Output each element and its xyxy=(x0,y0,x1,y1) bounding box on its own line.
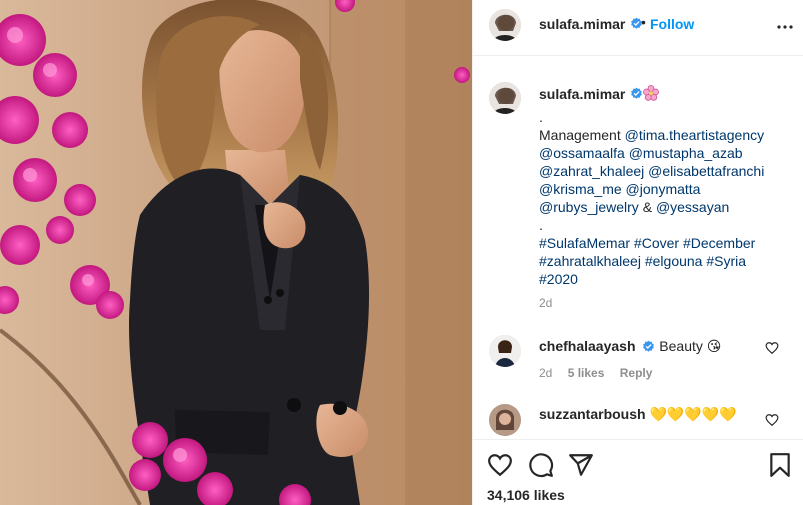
author-username[interactable]: sulafa.mimar xyxy=(539,16,625,32)
comment-body: chefhalaayash Beauty 😘 xyxy=(539,338,721,355)
commenter-avatar[interactable] xyxy=(489,335,521,367)
commenter-avatar[interactable] xyxy=(489,404,521,436)
caption-line: Management @tima.theartistagency xyxy=(539,127,765,143)
caption-text: . Management @tima.theartistagency @ossa… xyxy=(539,108,799,288)
comment-like-icon[interactable] xyxy=(765,413,779,427)
heart-icon[interactable] xyxy=(487,452,513,478)
comment-meta: 2d 5 likes Reply xyxy=(539,366,664,380)
bookmark-icon[interactable] xyxy=(767,452,793,478)
caption-username[interactable]: sulafa.mimar xyxy=(539,86,625,102)
post-sidebar: sulafa.mimar • Follow sulafa.mimar . Man… xyxy=(472,0,803,505)
comment-icon[interactable] xyxy=(528,452,554,478)
mention-line[interactable]: @rubys_jewelry & @yessayan xyxy=(539,198,799,216)
caption-avatar[interactable] xyxy=(489,82,521,114)
caption-timestamp[interactable]: 2d xyxy=(539,296,552,310)
reply-button[interactable]: Reply xyxy=(620,366,653,380)
post-header: sulafa.mimar • Follow xyxy=(473,0,803,56)
verified-badge-icon xyxy=(631,87,642,99)
share-icon[interactable] xyxy=(568,452,594,478)
verified-badge-icon xyxy=(643,340,655,352)
hashtag-line[interactable]: #2020 xyxy=(539,270,799,288)
mention-line[interactable]: @ossamaalfa @mustapha_azab xyxy=(539,144,799,162)
comment-timestamp[interactable]: 2d xyxy=(539,366,552,380)
cherry-blossom-icon xyxy=(643,85,659,101)
author-avatar[interactable] xyxy=(489,9,521,41)
comment-body: suzzantarboush 💛💛💛💛💛 xyxy=(539,406,737,423)
separator-dot: • xyxy=(641,14,646,30)
more-options-icon[interactable] xyxy=(773,15,797,39)
caption-line: . xyxy=(539,109,543,125)
comment-likes-count[interactable]: 5 likes xyxy=(568,366,605,380)
commenter-username[interactable]: chefhalaayash xyxy=(539,338,636,354)
likes-count[interactable]: 34,106 likes xyxy=(487,487,565,503)
post-photo[interactable] xyxy=(0,0,472,505)
comment-like-icon[interactable] xyxy=(765,341,779,355)
comment-item: chefhalaayash Beauty 😘 2d 5 likes Reply xyxy=(473,330,803,390)
mention-link[interactable]: @tima.theartistagency xyxy=(625,127,765,143)
comment-text: Beauty 😘 xyxy=(659,338,722,354)
mention-line[interactable]: @zahrat_khaleej @elisabettafranchi xyxy=(539,162,799,180)
hashtag-line[interactable]: #SulafaMemar #Cover #December xyxy=(539,234,799,252)
post-photo-image xyxy=(0,0,472,505)
comment-text: 💛💛💛💛💛 xyxy=(649,406,737,422)
follow-button[interactable]: Follow xyxy=(650,16,694,32)
caption-line: . xyxy=(539,217,543,233)
hashtag-line[interactable]: #zahratalkhaleej #elgouna #Syria xyxy=(539,252,799,270)
post-actions: 34,106 likes xyxy=(473,439,803,505)
mention-line[interactable]: @krisma_me @jonymatta xyxy=(539,180,799,198)
commenter-username[interactable]: suzzantarboush xyxy=(539,406,646,422)
